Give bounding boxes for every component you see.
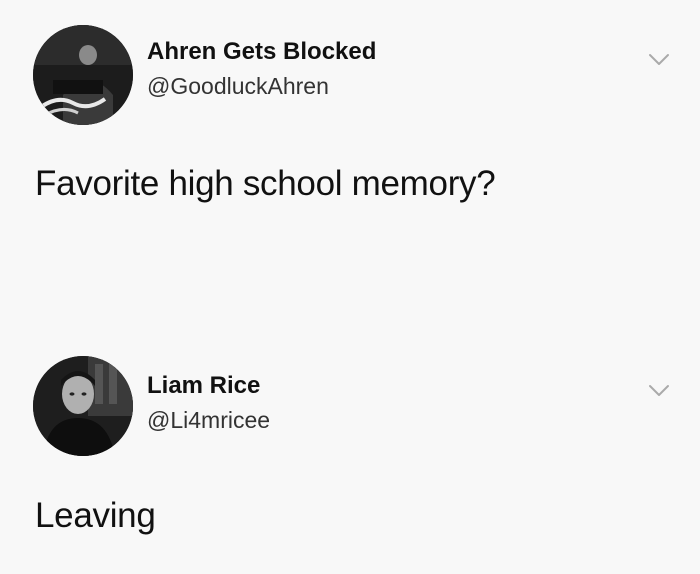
tweet-text: Leaving xyxy=(35,496,156,535)
display-name[interactable]: Ahren Gets Blocked xyxy=(147,38,376,66)
tweet: Ahren Gets Blocked @GoodluckAhren Favori… xyxy=(0,0,700,260)
chevron-down-icon[interactable] xyxy=(648,53,670,67)
display-name[interactable]: Liam Rice xyxy=(147,372,260,400)
profile-photo-icon xyxy=(33,356,133,456)
user-handle[interactable]: @GoodluckAhren xyxy=(147,73,329,100)
chevron-down-icon[interactable] xyxy=(648,384,670,398)
user-handle[interactable]: @Li4mricee xyxy=(147,407,270,434)
tweet-text: Favorite high school memory? xyxy=(35,164,496,203)
tweet: Liam Rice @Li4mricee Leaving xyxy=(0,356,700,574)
avatar[interactable] xyxy=(33,356,133,456)
profile-photo-icon xyxy=(33,25,133,125)
avatar[interactable] xyxy=(33,25,133,125)
